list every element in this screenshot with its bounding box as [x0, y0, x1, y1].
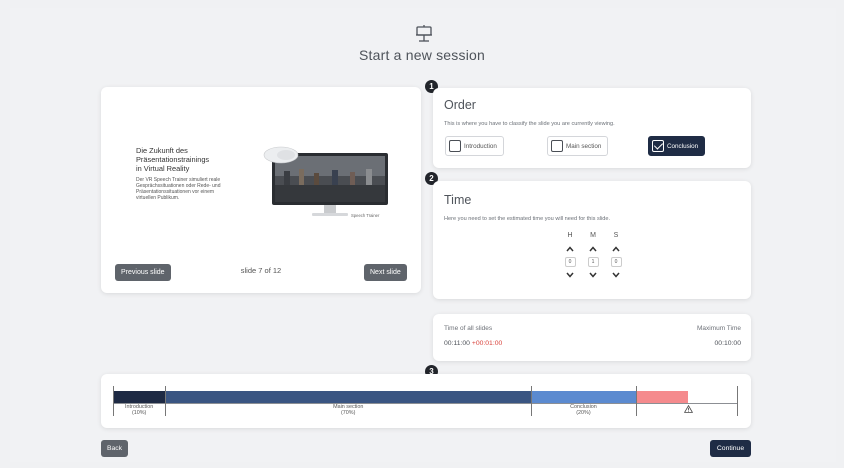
timeline-bar: Introduction (10%) Main section (70%) Co…	[113, 374, 738, 428]
checkbox-icon	[551, 140, 563, 152]
time-all-slides-label: Time of all slides	[444, 325, 493, 332]
maximum-time-value: 00:10:00	[714, 340, 741, 347]
seconds-up-icon[interactable]	[609, 244, 623, 254]
projector-icon	[416, 25, 432, 42]
order-option-main-section[interactable]: Main section	[547, 136, 609, 156]
minutes-label: M	[590, 232, 596, 239]
slide-preview-card: Die Zukunft des Präsentationstrainings i…	[101, 87, 421, 293]
hours-label: H	[567, 232, 573, 239]
back-button[interactable]: Back	[101, 440, 128, 457]
order-option-conclusion[interactable]: Conclusion	[648, 136, 706, 156]
hours-down-icon[interactable]	[563, 270, 577, 280]
timeline-segment-introduction	[113, 391, 166, 403]
slide-description: Der VR Speech Trainer simuliert reale Ge…	[136, 177, 221, 201]
speech-trainer-logo: Speech Trainer	[351, 213, 380, 218]
time-heading: Time	[444, 193, 472, 207]
time-description: Here you need to set the estimated time …	[444, 216, 611, 222]
timeline-segment-overtime	[635, 391, 688, 403]
minutes-input[interactable]: 1	[587, 257, 599, 267]
maximum-time-label: Maximum Time	[696, 325, 741, 332]
page-title: Start a new session	[359, 47, 485, 63]
checkbox-checked-icon	[652, 140, 664, 152]
timeline-segment-conclusion	[531, 391, 636, 403]
seconds-down-icon[interactable]	[609, 270, 623, 280]
time-card: Time Here you need to set the estimated …	[433, 181, 751, 299]
time-all-slides-value: 00:11:00 +00:01:00	[444, 340, 503, 347]
timeline-segment-main-section	[165, 391, 532, 403]
hours-input[interactable]: 0	[564, 257, 576, 267]
warning-icon	[684, 405, 693, 413]
time-stepper: H M S 0 1 0	[563, 232, 623, 280]
slide-title: Die Zukunft des Präsentationstrainings i…	[136, 146, 210, 173]
timeline-label-introduction: Introduction (10%)	[125, 404, 154, 416]
checkbox-icon	[449, 140, 461, 152]
overtime-value: +00:01:00	[471, 340, 503, 347]
timeline-label-conclusion: Conclusion (20%)	[570, 404, 597, 416]
vr-monitor-image	[263, 146, 388, 216]
timeline-card: Introduction (10%) Main section (70%) Co…	[101, 374, 751, 428]
timeline-label-main-section: Main section (70%)	[333, 404, 364, 416]
timeline-tick	[737, 386, 738, 416]
order-heading: Order	[444, 98, 476, 112]
continue-button[interactable]: Continue	[710, 440, 751, 457]
timeline-tick	[635, 386, 637, 416]
order-option-introduction[interactable]: Introduction	[445, 136, 504, 156]
seconds-input[interactable]: 0	[610, 257, 622, 267]
minutes-up-icon[interactable]	[586, 244, 600, 254]
next-slide-button[interactable]: Next slide	[364, 264, 407, 281]
hours-up-icon[interactable]	[563, 244, 577, 254]
order-description: This is where you have to classify the s…	[444, 121, 615, 127]
slide-thumbnail: Die Zukunft des Präsentationstrainings i…	[136, 135, 396, 235]
seconds-label: S	[613, 232, 619, 239]
minutes-down-icon[interactable]	[586, 270, 600, 280]
time-summary-card: Time of all slides 00:11:00 +00:01:00 Ma…	[433, 314, 751, 361]
order-card: Order This is where you have to classify…	[433, 88, 751, 168]
